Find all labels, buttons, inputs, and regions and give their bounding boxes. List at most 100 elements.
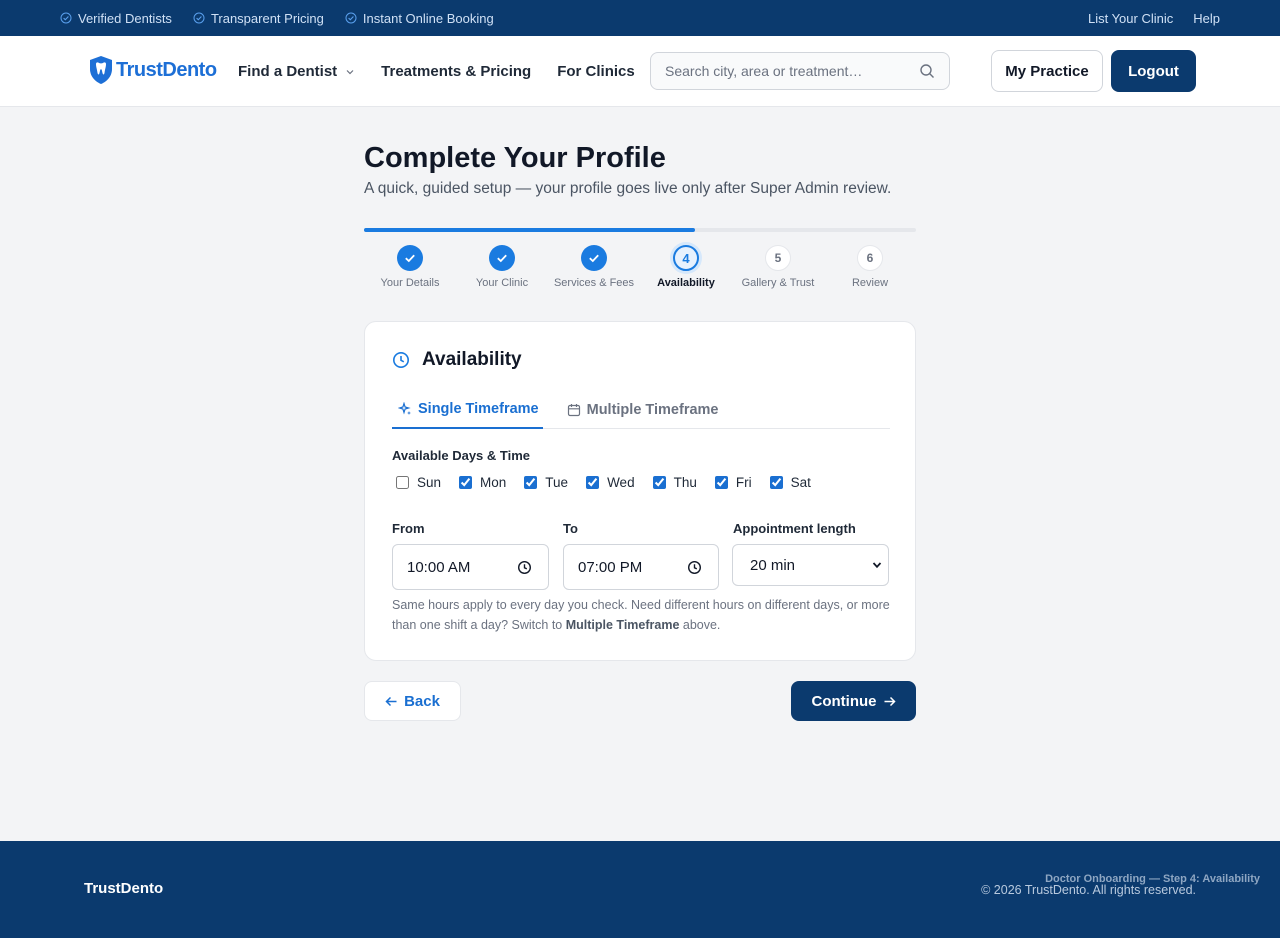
stepper: Your Details Your Clinic Services & Fees 4 A…: [364, 245, 916, 289]
clock-icon[interactable]: [687, 560, 702, 575]
site-header: TrustDento Find a Dentist Treatments & P…: [0, 36, 1280, 107]
day-checkbox[interactable]: [459, 476, 473, 489]
check-icon: [497, 254, 507, 263]
nav-find-a-dentist[interactable]: Find a Dentist: [238, 63, 355, 80]
hint-text-end: above.: [679, 618, 721, 632]
day-checkbox[interactable]: [652, 476, 666, 489]
day-label: Thu: [673, 475, 697, 490]
step-label: Availability: [657, 277, 715, 289]
card-title: Availability: [422, 349, 522, 370]
tab-single-timeframe[interactable]: Single Timeframe: [392, 390, 543, 429]
day-mon[interactable]: Mon: [459, 475, 506, 490]
footer-brand: TrustDento: [84, 880, 164, 897]
topbar-label: Instant Online Booking: [362, 10, 494, 26]
day-checkboxes: Sun Mon Tue Wed Thu Fri Sat: [396, 475, 829, 490]
days-label: Available Days & Time: [392, 448, 531, 463]
step-label: Review: [851, 277, 889, 289]
day-checkbox[interactable]: [524, 476, 538, 489]
nav-label: Treatments & Pricing: [381, 63, 532, 80]
logout-button[interactable]: Logout: [1111, 50, 1196, 92]
nav-label: For Clinics: [557, 63, 635, 80]
timeframe-tabs: Single Timeframe Multiple Timeframe: [392, 390, 890, 429]
my-practice-button[interactable]: My Practice: [991, 50, 1103, 92]
clock-icon[interactable]: [517, 560, 532, 575]
topbar-label: Verified Dentists: [78, 10, 172, 26]
step-2[interactable]: Your Clinic: [456, 245, 548, 289]
search-box: [650, 52, 950, 90]
search-icon[interactable]: [919, 63, 935, 79]
footer-copyright: © 2026 TrustDento. All rights reserved.: [981, 883, 1196, 897]
day-wed[interactable]: Wed: [586, 475, 635, 490]
day-sat[interactable]: Sat: [769, 475, 811, 490]
check-icon: [589, 254, 599, 263]
step-indicator: [489, 245, 515, 271]
day-label: Wed: [607, 475, 635, 490]
timeframe-hint: Same hours apply to every day you check.…: [392, 595, 897, 635]
to-time-input[interactable]: 07:00 PM: [563, 544, 719, 590]
from-time-input[interactable]: 10:00 AM: [392, 544, 549, 590]
progress-fill: [364, 228, 696, 232]
step-1[interactable]: Your Details: [364, 245, 456, 289]
footer-step-note: Doctor Onboarding — Step 4: Availability: [1045, 873, 1260, 885]
step-indicator: 6: [857, 245, 883, 271]
day-label: Tue: [545, 475, 569, 490]
clock-icon: [393, 352, 409, 368]
nav-treatments-pricing[interactable]: Treatments & Pricing: [381, 63, 531, 80]
top-strip: Verified Dentists Transparent Pricing In…: [0, 0, 1280, 36]
tab-label: Multiple Timeframe: [586, 401, 719, 418]
check-circle-icon: [60, 12, 72, 24]
tab-multiple-timeframe[interactable]: Multiple Timeframe: [561, 390, 723, 429]
day-tue[interactable]: Tue: [524, 475, 568, 490]
search-input[interactable]: [665, 63, 919, 79]
back-button[interactable]: Back: [364, 681, 461, 721]
step-5[interactable]: 5 Gallery & Trust: [732, 245, 824, 289]
day-label: Fri: [735, 475, 752, 490]
calendar-icon: [567, 403, 580, 416]
check-icon: [405, 254, 415, 263]
day-checkbox[interactable]: [714, 476, 728, 489]
step-label: Your Clinic: [475, 277, 529, 289]
day-label: Sun: [417, 475, 442, 490]
day-thu[interactable]: Thu: [652, 475, 697, 490]
check-circle-icon: [345, 12, 357, 24]
tab-label: Single Timeframe: [418, 400, 539, 417]
day-checkbox[interactable]: [586, 476, 600, 489]
topbar-item-booking: Instant Online Booking: [345, 11, 494, 26]
appointment-length-value: 20 min: [750, 556, 796, 574]
continue-label: Continue: [811, 692, 877, 710]
hint-emphasis: Multiple Timeframe: [565, 618, 680, 632]
arrow-left-icon: [385, 696, 397, 706]
back-label: Back: [404, 692, 440, 710]
step-3[interactable]: Services & Fees: [548, 245, 640, 289]
nav-for-clinics[interactable]: For Clinics: [557, 63, 635, 80]
day-fri[interactable]: Fri: [714, 475, 752, 490]
arrow-right-icon: [884, 696, 896, 706]
card-header: Availability: [392, 349, 522, 371]
tooth-shield-icon: [90, 56, 112, 84]
day-checkbox[interactable]: [396, 476, 409, 489]
day-sun[interactable]: Sun: [396, 475, 441, 490]
brand-logo[interactable]: TrustDento: [88, 55, 217, 85]
site-footer: TrustDento © 2026 TrustDento. All rights…: [0, 841, 1280, 938]
day-checkbox[interactable]: [769, 476, 783, 489]
step-indicator: 4: [673, 245, 699, 271]
to-label: To: [563, 521, 578, 536]
check-circle-icon: [193, 12, 205, 24]
sparkles-icon: [398, 401, 411, 415]
list-your-clinic-link[interactable]: List Your Clinic: [1088, 11, 1173, 26]
step-indicator: [581, 245, 607, 271]
nav-label: Find a Dentist: [238, 63, 338, 80]
step-4[interactable]: 4 Availability: [640, 245, 732, 289]
page-title: Complete Your Profile: [364, 142, 666, 174]
step-label: Your Details: [380, 277, 440, 289]
chevron-down-icon: [872, 562, 882, 569]
appointment-length-select[interactable]: 20 min: [732, 544, 889, 586]
continue-button[interactable]: Continue: [791, 681, 916, 721]
step-label: Services & Fees: [553, 277, 635, 289]
from-time-value: 10:00 AM: [407, 558, 471, 576]
main-nav: Find a Dentist Treatments & Pricing For …: [238, 36, 661, 107]
topbar-label: Transparent Pricing: [210, 10, 324, 26]
topbar-item-verified: Verified Dentists: [60, 11, 172, 26]
help-link[interactable]: Help: [1193, 11, 1220, 26]
step-6[interactable]: 6 Review: [824, 245, 916, 289]
